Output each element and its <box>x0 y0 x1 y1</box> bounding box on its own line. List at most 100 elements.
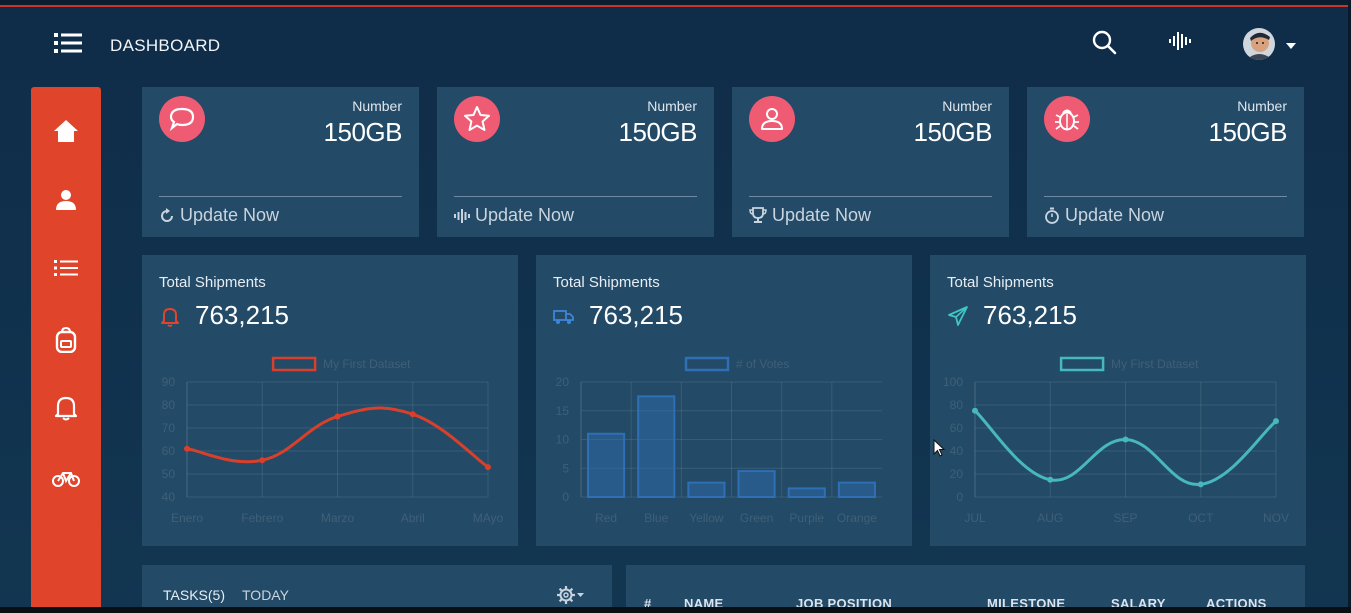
bell-icon <box>161 308 179 327</box>
stat-label: Number <box>1237 98 1287 114</box>
data-point <box>409 411 416 418</box>
y-tick-label: 15 <box>556 404 570 418</box>
y-tick-label: 80 <box>162 398 176 412</box>
update-now-link[interactable]: Update Now <box>454 205 574 226</box>
card-title: Total Shipments <box>947 274 1054 291</box>
update-now-label: Update Now <box>772 205 872 225</box>
sidebar-item-notifications[interactable] <box>31 386 101 430</box>
divider <box>749 196 992 197</box>
star-icon <box>454 96 500 142</box>
home-icon <box>54 120 78 142</box>
y-tick-label: 60 <box>950 421 964 435</box>
x-tick-label: Blue <box>644 511 668 525</box>
tasks-card: TASKS(5) TODAY <box>142 565 612 613</box>
y-tick-label: 40 <box>162 490 176 504</box>
waveform-icon[interactable] <box>1168 31 1192 51</box>
update-now-label: Update Now <box>475 205 575 225</box>
x-tick-label: Purple <box>789 511 824 525</box>
tab-today[interactable]: TODAY <box>242 587 289 603</box>
x-tick-label: Green <box>740 511 773 525</box>
legend-label: My First Dataset <box>1111 357 1199 371</box>
legend-swatch <box>1059 356 1105 372</box>
y-tick-label: 10 <box>556 433 570 447</box>
update-now-link[interactable]: Update Now <box>1044 205 1164 226</box>
bar <box>737 470 776 498</box>
user-icon <box>56 190 76 210</box>
shipments-value: 763,215 <box>195 300 289 330</box>
stat-value: 150GB <box>323 117 403 147</box>
y-tick-label: 60 <box>162 444 176 458</box>
chevron-down-icon[interactable] <box>1285 38 1297 49</box>
y-tick-label: 70 <box>162 421 176 435</box>
x-tick-label: Enero <box>171 511 203 525</box>
refresh-icon <box>161 207 173 222</box>
avatar[interactable] <box>1243 28 1275 60</box>
page-title: DASHBOARD <box>110 36 221 55</box>
employees-table: # NAME JOB POSITION MILESTONE SALARY ACT… <box>626 565 1305 613</box>
x-tick-label: Abril <box>401 511 425 525</box>
mouse-cursor <box>933 439 946 457</box>
y-tick-label: 0 <box>956 490 963 504</box>
stat-label: Number <box>352 98 402 114</box>
bar <box>687 481 726 498</box>
update-now-label: Update Now <box>180 205 280 225</box>
data-point <box>184 445 190 452</box>
sidebar <box>31 87 101 613</box>
data-point <box>1122 436 1129 443</box>
settings-dropdown-button[interactable] <box>556 585 586 605</box>
legend-swatch <box>684 356 730 372</box>
x-tick-label: MAyo <box>473 511 504 525</box>
x-tick-label: Orange <box>837 511 877 525</box>
y-tick-label: 80 <box>950 398 964 412</box>
menu-icon[interactable] <box>54 32 84 54</box>
shipments-card: Total Shipments 763,215 My First Dataset… <box>142 255 518 546</box>
line-chart: My First Dataset 40 50 60 70 80 90 Enero Febrero… <box>162 356 504 525</box>
data-point <box>1197 481 1204 488</box>
x-tick-label: SEP <box>1113 511 1137 525</box>
stat-card: Number 150GB Update Now <box>437 87 714 237</box>
stat-value: 150GB <box>913 117 993 147</box>
x-tick-label: Marzo <box>321 511 355 525</box>
x-tick-label: OCT <box>1188 511 1214 525</box>
divider <box>1044 196 1287 197</box>
bar-chart: # of Votes 0 5 10 15 20 Red Blue Yellow Green Purp… <box>556 356 882 525</box>
bug-icon <box>1044 96 1090 142</box>
bar <box>837 481 876 498</box>
waveform-icon <box>454 208 470 223</box>
update-now-label: Update Now <box>1065 205 1165 225</box>
card-title: Total Shipments <box>159 274 266 291</box>
divider <box>454 196 697 197</box>
data-point <box>334 413 341 420</box>
shipments-card: Total Shipments 763,215 My First Dataset… <box>930 255 1306 546</box>
backpack-icon <box>55 327 77 353</box>
y-tick-label: 0 <box>562 490 569 504</box>
window-edge <box>0 607 1351 613</box>
legend-swatch <box>271 356 317 372</box>
y-tick-label: 20 <box>950 467 964 481</box>
divider <box>159 196 402 197</box>
card-title: Total Shipments <box>553 274 660 291</box>
shipments-value: 763,215 <box>983 300 1077 330</box>
stat-value: 150GB <box>1208 117 1288 147</box>
sidebar-item-home[interactable] <box>31 109 101 153</box>
stat-card: Number 150GB Update Now <box>732 87 1009 237</box>
sidebar-item-list[interactable] <box>31 246 101 290</box>
y-tick-label: 40 <box>950 444 964 458</box>
stopwatch-icon <box>1045 207 1059 224</box>
sidebar-item-bicycle[interactable] <box>31 456 101 500</box>
stat-card: Number 150GB Update Now <box>1027 87 1304 237</box>
update-now-link[interactable]: Update Now <box>159 205 279 226</box>
update-now-link[interactable]: Update Now <box>749 205 871 226</box>
bar <box>587 432 626 498</box>
x-tick-label: Yellow <box>689 511 724 525</box>
sidebar-item-user[interactable] <box>31 178 101 222</box>
list-icon <box>54 260 78 276</box>
stat-label: Number <box>647 98 697 114</box>
gear-icon <box>557 586 584 604</box>
stat-label: Number <box>942 98 992 114</box>
search-icon[interactable] <box>1091 29 1117 55</box>
y-tick-label: 50 <box>162 467 176 481</box>
legend-label: # of Votes <box>736 357 789 371</box>
trophy-icon <box>749 207 767 223</box>
sidebar-item-backpack[interactable] <box>31 318 101 362</box>
